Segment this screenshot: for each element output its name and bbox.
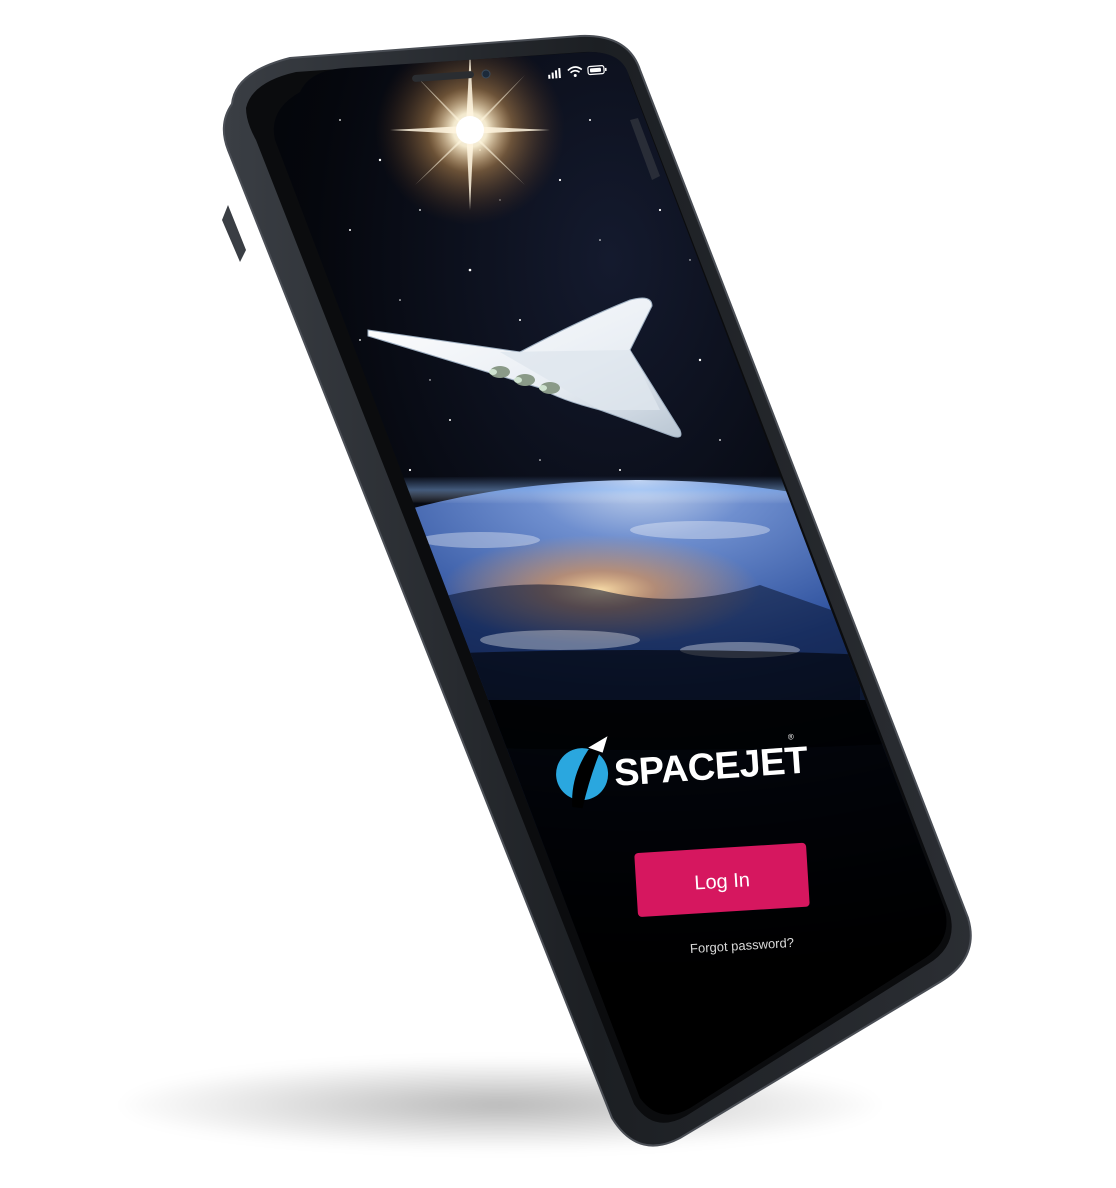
brand-registered-mark: ®	[788, 732, 795, 741]
login-button[interactable]: Log In	[634, 842, 810, 917]
phone-mockup: SPACEJET ® Log In Forgot password?	[222, 34, 972, 1147]
front-camera	[481, 69, 491, 79]
login-button-label: Log In	[694, 869, 751, 894]
volume-button	[222, 205, 246, 262]
mockup-stage: SPACEJET ® Log In Forgot password?	[0, 0, 1116, 1188]
